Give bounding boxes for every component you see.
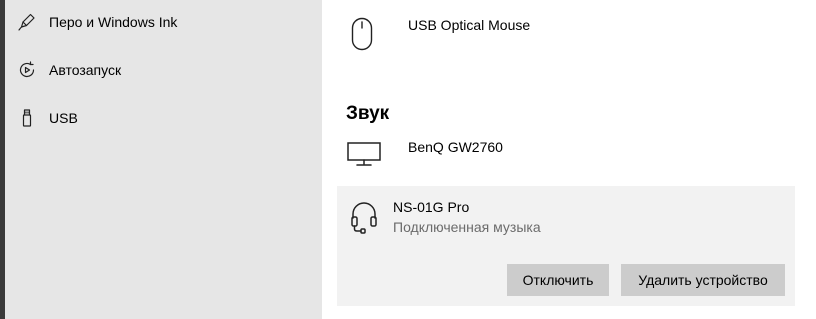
- device-ns01g-pro[interactable]: NS-01G Pro Подключенная музыка Отключить…: [337, 186, 795, 306]
- autoplay-icon: [17, 60, 37, 80]
- headphones-icon: [350, 200, 380, 234]
- device-status: Подключенная музыка: [393, 219, 541, 235]
- devices-content: USB Optical Mouse Звук BenQ GW2760 NS-01…: [322, 0, 816, 319]
- usb-icon: [17, 108, 37, 128]
- disconnect-button[interactable]: Отключить: [507, 264, 609, 296]
- mouse-icon: [347, 16, 377, 52]
- sidebar-item-label: Автозапуск: [49, 62, 122, 78]
- monitor-icon: [347, 140, 381, 168]
- device-benq-monitor[interactable]: BenQ GW2760: [337, 132, 796, 180]
- sound-section-title: Звук: [346, 103, 390, 124]
- device-name: BenQ GW2760: [408, 139, 503, 155]
- sidebar-item-label: USB: [49, 110, 78, 126]
- device-name: USB Optical Mouse: [408, 17, 531, 33]
- sidebar-item-pen-windows-ink[interactable]: Перо и Windows Ink: [5, 0, 322, 44]
- settings-sidebar: Перо и Windows Ink Автозапуск USB: [5, 0, 322, 319]
- sidebar-item-label: Перо и Windows Ink: [49, 14, 178, 30]
- remove-device-button[interactable]: Удалить устройство: [621, 264, 785, 296]
- sidebar-item-autoplay[interactable]: Автозапуск: [5, 48, 322, 92]
- device-name: NS-01G Pro: [393, 199, 470, 215]
- device-usb-optical-mouse[interactable]: USB Optical Mouse: [337, 10, 796, 70]
- pen-icon: [17, 12, 37, 32]
- sidebar-item-usb[interactable]: USB: [5, 96, 322, 140]
